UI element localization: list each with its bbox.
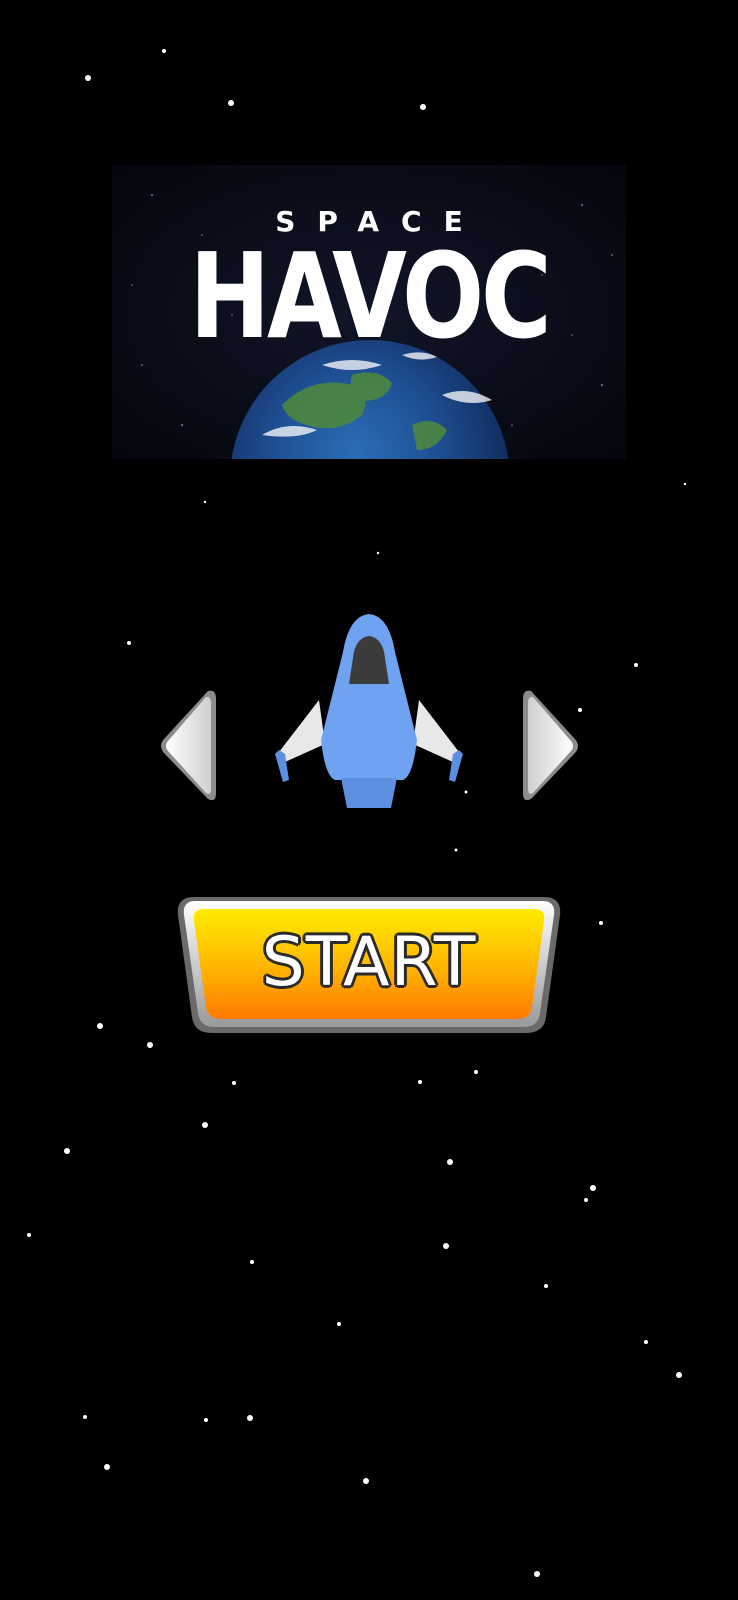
chevron-right-icon (523, 690, 578, 801)
star (544, 1284, 548, 1288)
star (443, 1243, 449, 1249)
star (337, 1322, 341, 1326)
previous-ship-button[interactable] (156, 687, 218, 805)
star (634, 663, 638, 667)
star (247, 1415, 253, 1421)
star (202, 1122, 208, 1128)
spaceship-icon (275, 614, 463, 808)
game-title-banner: SPACE HAVOC (112, 165, 626, 459)
star (454, 848, 458, 852)
star (534, 1571, 540, 1577)
star (599, 921, 603, 925)
star (27, 1233, 31, 1237)
star (676, 1372, 682, 1378)
next-ship-button[interactable] (521, 687, 583, 805)
star (228, 100, 234, 106)
star (64, 1148, 70, 1154)
chevron-left-icon (161, 690, 216, 801)
star (104, 1464, 110, 1470)
star (584, 1198, 588, 1202)
star (376, 551, 380, 555)
star (420, 104, 426, 110)
star (232, 1081, 236, 1085)
star (590, 1185, 596, 1191)
title-main: HAVOC (189, 227, 552, 365)
game-screen: SPACE HAVOC START (0, 0, 738, 1600)
star (83, 1415, 87, 1419)
star (447, 1159, 453, 1165)
start-button[interactable]: START (176, 895, 562, 1035)
star (474, 1070, 478, 1074)
star (97, 1023, 103, 1029)
star (204, 1418, 208, 1422)
star (363, 1478, 369, 1484)
star (644, 1340, 648, 1344)
start-button-label: START (261, 923, 477, 1002)
star (418, 1080, 422, 1084)
star (127, 641, 131, 645)
star (203, 500, 207, 504)
star (683, 482, 687, 486)
star (147, 1042, 153, 1048)
star (250, 1260, 254, 1264)
star (85, 75, 91, 81)
star (162, 49, 166, 53)
